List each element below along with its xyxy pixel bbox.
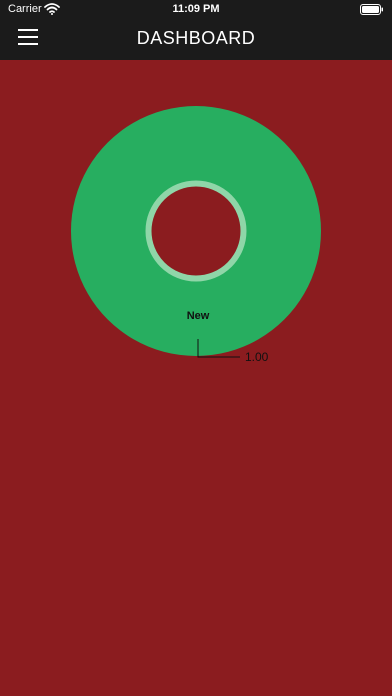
navigation-bar: Carrier 11:09 PM DASHBOARD bbox=[0, 0, 392, 60]
status-bar: Carrier 11:09 PM bbox=[0, 0, 392, 20]
slice-label: New bbox=[187, 310, 210, 322]
page-title: DASHBOARD bbox=[136, 28, 256, 48]
screen: Carrier 11:09 PM DASHBOARD New 1.00 bbox=[0, 0, 392, 696]
donut-inner-ring bbox=[145, 180, 247, 282]
status-time: 11:09 PM bbox=[172, 3, 220, 15]
battery-icon bbox=[360, 4, 383, 15]
value-label: 1.00 bbox=[245, 350, 269, 364]
pie-chart: New 1.00 bbox=[70, 106, 321, 364]
